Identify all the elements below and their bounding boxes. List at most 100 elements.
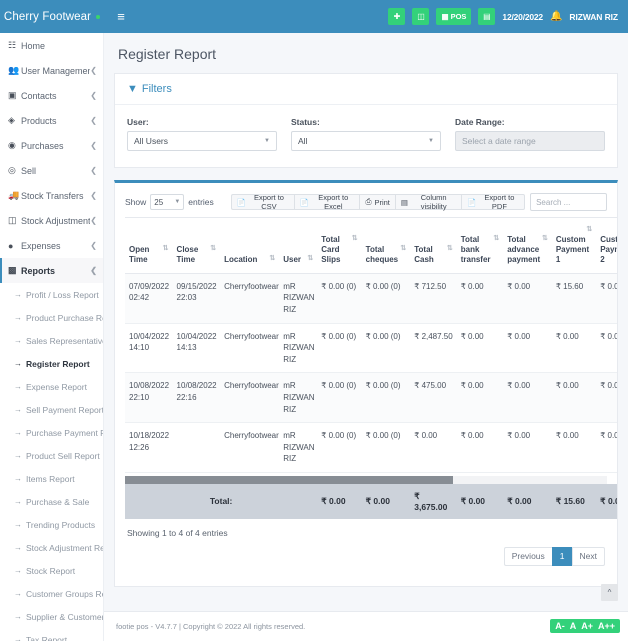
col-label: Custom Payment 2 [600,234,617,264]
sidebar-item-purchases[interactable]: ◉ Purchases ❮ [0,133,103,158]
sidebar-subitem-profit-loss-report[interactable]: → Profit / Loss Report [0,283,103,306]
show-entries-control: Show 25 ▼ entries [125,194,214,210]
sidebar-subitem-stock-adjustment-report[interactable]: → Stock Adjustment Report [0,536,103,559]
page-title: Register Report [118,46,217,62]
col-total-advance-payment[interactable]: ⇅ Total advance payment [503,217,552,274]
cell-location: Cherryfootwear [220,273,280,324]
user-filter-select[interactable]: All Users ▼ [127,131,277,151]
search-input[interactable]: Search ... [530,193,607,211]
sidebar-item-sell[interactable]: ◎ Sell ❮ [0,158,103,183]
calculator-button[interactable]: ◫ [412,8,430,25]
brand-logo[interactable]: Cherry Footwear [0,0,104,33]
export-to-pdf-button[interactable]: 📄 Export to PDF [461,193,526,211]
cell-open-time: 10/08/2022 22:10 [125,372,173,424]
scroll-to-top-button[interactable]: ^ [601,584,618,601]
col-location[interactable]: ⇅ Location [220,217,280,274]
table-row[interactable]: 07/09/2022 02:42 09/15/2022 22:03 Cherry… [125,273,617,324]
sidebar-subitem-expense-report[interactable]: → Expense Report [0,375,103,398]
sidebar-item-expenses[interactable]: ● Expenses ❮ [0,233,103,258]
sidebar-item-user-management[interactable]: 👥 User Management ❮ [0,58,103,83]
export-to-csv-label: Export to CSV [253,193,284,211]
sidebar-subitem-tax-report[interactable]: → Tax Report [0,628,103,641]
user-menu[interactable]: RIZWAN RIZ [569,12,618,22]
chevron-left-icon: ❮ [90,141,97,150]
col-total-bank-transfer[interactable]: ⇅ Total bank transfer [456,217,504,274]
pos-button[interactable]: ▦ POS [436,8,472,25]
export-to-excel-button[interactable]: 📄 Export to Excel [293,193,360,211]
sidebar-item-reports[interactable]: ▩ Reports ❮ [0,258,103,283]
horizontal-scrollbar[interactable] [125,475,607,484]
sidebar-subitem-trending-products[interactable]: → Trending Products [0,513,103,536]
register-report-table: ⇅ Open Time ⇅ Close Time ⇅ Location ⇅ User ⇅… [125,217,617,473]
sidebar-subitem-supplier-customer-report[interactable]: → Supplier & Customer Report [0,605,103,628]
filters-header[interactable]: ▼ Filters [115,74,617,105]
col-custom-payment-1[interactable]: ⇅ Custom Payment 1 [551,217,597,274]
pagination-next[interactable]: Next [571,546,605,566]
table-row[interactable]: 10/08/2022 22:10 10/08/2022 22:16 Cherry… [125,372,617,424]
cash-register-button[interactable]: ▤ [478,8,496,25]
entries-select[interactable]: 25 ▼ [150,194,185,210]
cubes-icon: ◈ [8,115,15,125]
register-report-panel: Show 25 ▼ entries 📄 Export to CSV 📄 Expo… [114,180,618,587]
cell-location: Cherryfootwear [220,323,280,374]
sidebar-subitem-label: Profit / Loss Report [26,289,99,300]
bell-icon[interactable]: 🔔 [550,11,562,22]
cell-location: Cherryfootwear [220,372,280,424]
arrow-right-icon: → [14,359,22,368]
add-button[interactable]: ✚ [388,8,406,25]
arrow-right-icon: → [14,474,22,483]
font-decrease-button[interactable]: A- [555,621,565,631]
scrollbar-thumb[interactable] [125,475,453,484]
col-total-card-slips[interactable]: ⇅ Total Card Slips [317,217,362,274]
sort-icon: ⇅ [210,244,217,252]
sort-icon: ⇅ [400,244,407,252]
navbar-right: ✚ ◫ ▦ POS ▤ 12/20/2022 🔔 RIZWAN RIZ [388,8,618,25]
col-open-time[interactable]: ⇅ Open Time [125,217,173,274]
sidebar-item-label: Sell [21,165,37,176]
pagination-previous[interactable]: Previous [503,546,552,566]
table-row[interactable]: 10/04/2022 14:10 10/04/2022 14:13 Cherry… [125,323,617,374]
col-user[interactable]: ⇅ User [279,217,318,274]
cell-cash: ₹ 2,487.50 [410,323,457,374]
font-increase-button[interactable]: A+ [581,621,593,631]
status-filter-select[interactable]: All ▼ [291,131,441,151]
export-to-csv-button[interactable]: 📄 Export to CSV [230,193,294,211]
font-increase-more-button[interactable]: A++ [598,621,615,631]
column-visibility-button[interactable]: ▤ Column visibility [394,193,462,211]
col-total-cash[interactable]: ⇅ Total Cash [410,217,457,274]
sidebar-subitem-stock-report[interactable]: → Stock Report [0,559,103,582]
sidebar-subitem-sell-payment-report[interactable]: → Sell Payment Report [0,398,103,421]
sidebar-item-products[interactable]: ◈ Products ❮ [0,108,103,133]
sidebar-subitem-purchase-payment-report[interactable]: → Purchase Payment Report [0,421,103,444]
sidebar-subitem-product-purchase-report[interactable]: → Product Purchase Report [0,306,103,329]
sidebar-subitem-purchase-and-sale[interactable]: → Purchase & Sale [0,490,103,513]
sidebar-item-home[interactable]: ☷ Home [0,33,103,58]
chevron-left-icon: ❮ [90,191,97,200]
sidebar-subitem-items-report[interactable]: → Items Report [0,467,103,490]
sidebar-item-stock-adjustment[interactable]: ◫ Stock Adjustment ❮ [0,208,103,233]
sidebar-item-stock-transfers[interactable]: 🚚 Stock Transfers ❮ [0,183,103,208]
sidebar-item-label: Purchases [21,140,64,151]
sidebar-item-label: Contacts [21,90,57,101]
sidebar-subitem-customer-groups-report[interactable]: → Customer Groups Report [0,582,103,605]
pagination-page-1[interactable]: 1 [551,546,572,566]
table-body: 07/09/2022 02:42 09/15/2022 22:03 Cherry… [125,273,617,473]
sidebar-subitem-product-sell-report[interactable]: → Product Sell Report [0,444,103,467]
filters-panel: ▼Filters User: All Users ▼ Status: All [114,73,618,168]
col-close-time[interactable]: ⇅ Close Time [172,217,221,274]
arrow-right-icon: → [14,543,22,552]
sidebar-subitem-register-report[interactable]: → Register Report [0,352,103,375]
cell-open-time: 10/04/2022 14:10 [125,323,173,374]
table-row[interactable]: 10/18/2022 12:26 Cherryfootwear mR RIZWA… [125,422,617,473]
print-button[interactable]: ⎙ Print [359,194,395,210]
font-normal-button[interactable]: A [570,621,577,631]
col-total-cheques[interactable]: ⇅ Total cheques [361,217,411,274]
col-label: Open Time [129,244,150,264]
col-custom-payment-2[interactable]: ⇅Custom Payment 2 [596,217,617,274]
col-label: Total bank transfer [460,234,491,264]
sidebar-subitem-sales-representative-report[interactable]: → Sales Representative Report [0,329,103,352]
sort-icon: ⇅ [541,234,548,242]
sidebar-toggle-button[interactable]: ≡ [104,0,138,33]
date-range-input[interactable]: Select a date range [455,131,605,151]
sidebar-item-contacts[interactable]: ▣ Contacts ❮ [0,83,103,108]
